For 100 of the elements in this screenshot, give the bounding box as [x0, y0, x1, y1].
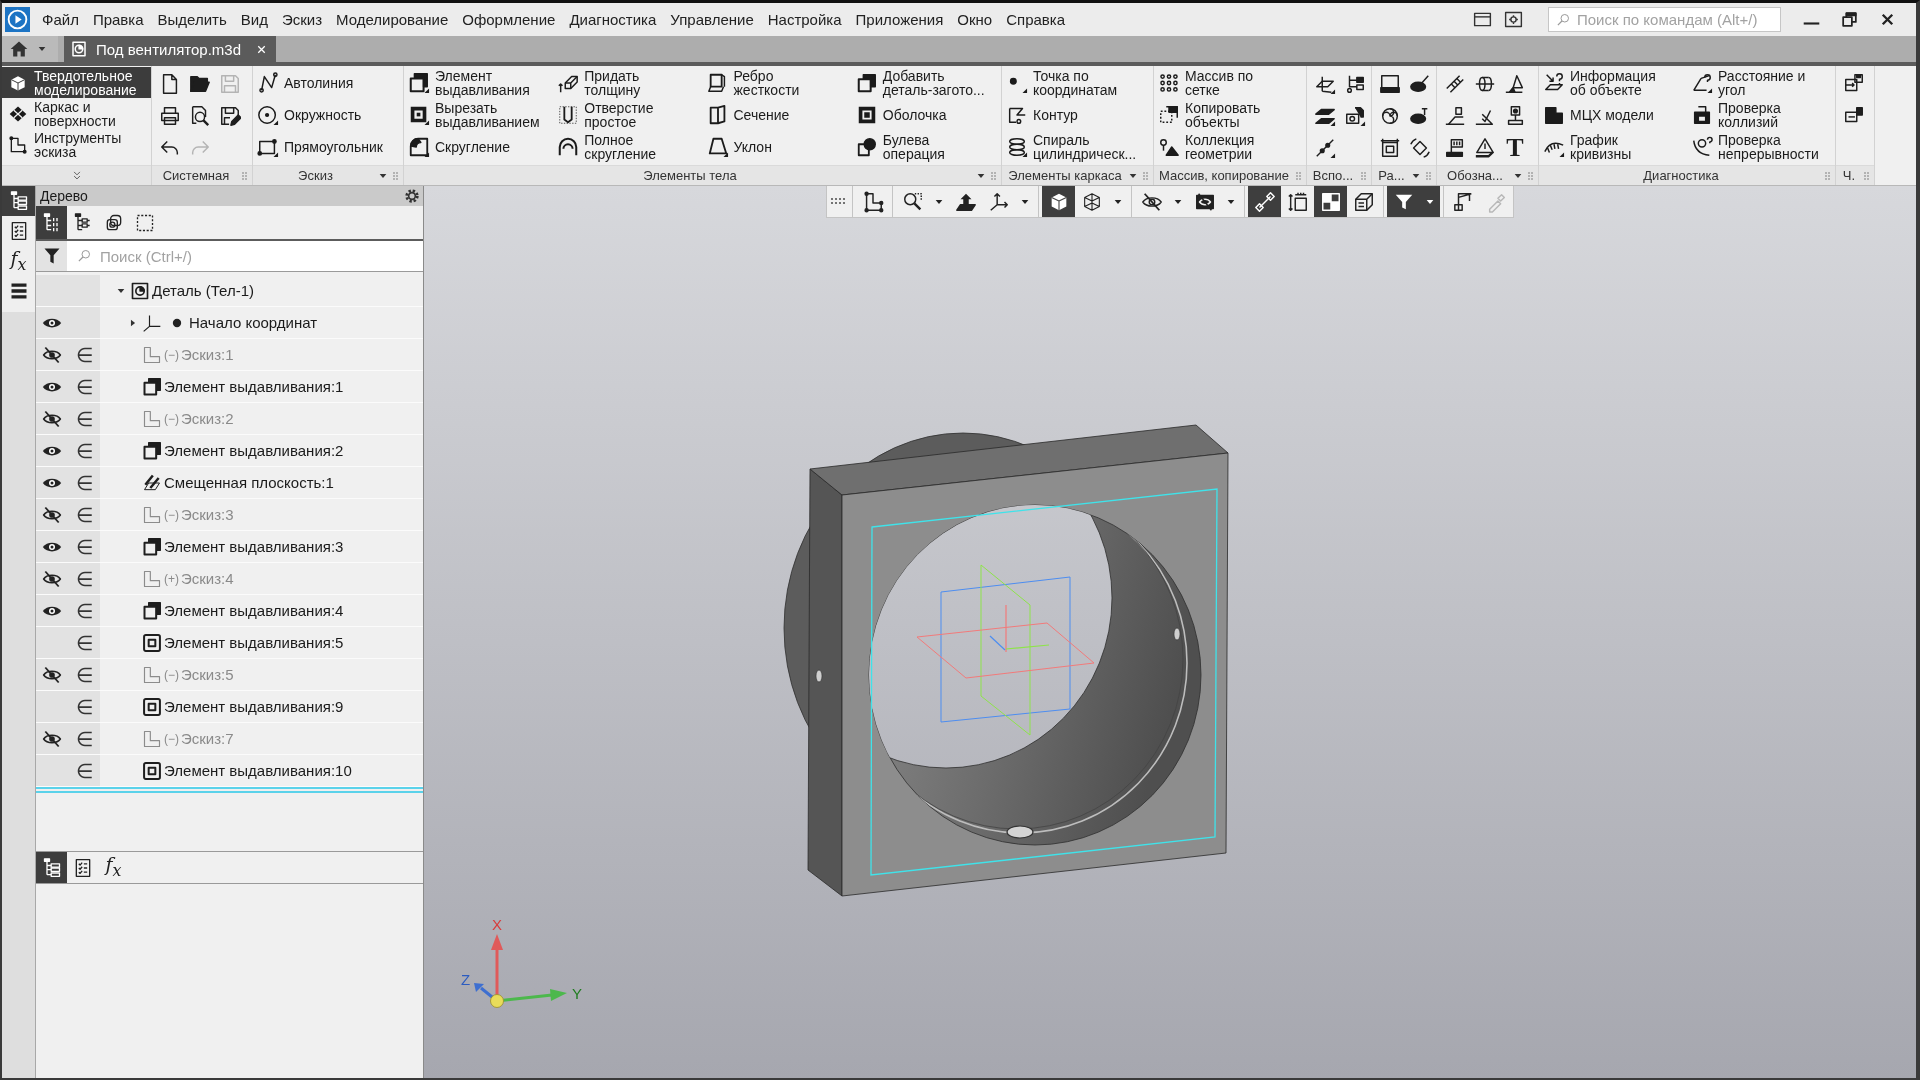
- sketch-icon: [142, 504, 162, 525]
- command-button[interactable]: Скругление: [404, 131, 554, 163]
- command-button[interactable]: Автолиния: [253, 67, 403, 99]
- command-button[interactable]: Полное скругление: [553, 131, 703, 163]
- menu-item[interactable]: Настройка: [760, 11, 849, 28]
- menu-item[interactable]: Моделирование: [329, 11, 456, 28]
- mode-tab[interactable]: Твердотельное моделирование: [2, 67, 151, 98]
- command-button[interactable]: Сечение: [702, 99, 852, 131]
- tree-tab[interactable]: [2, 186, 35, 216]
- menu-item[interactable]: Справка: [999, 11, 1073, 28]
- command-button[interactable]: Контур: [1002, 99, 1153, 131]
- measure-box-icon: [1286, 190, 1309, 213]
- command-button[interactable]: Окружность: [253, 99, 403, 131]
- structure-tree-icon: [72, 212, 93, 233]
- menu-item[interactable]: Эскиз: [274, 11, 329, 28]
- menu-item[interactable]: Файл: [35, 11, 86, 28]
- framed-square-icon: [142, 696, 162, 717]
- command-button[interactable]: Уклон: [702, 131, 852, 163]
- command-button[interactable]: Массив по сетке: [1154, 67, 1306, 99]
- command-button[interactable]: Булева операция: [851, 131, 1001, 163]
- command-button[interactable]: МЦХ модели: [1539, 99, 1687, 131]
- command-button[interactable]: Проверка непрерывности: [1687, 131, 1835, 163]
- menu-item[interactable]: Оформление: [455, 11, 563, 28]
- command-search-field[interactable]: Поиск по командам (Alt+/): [1548, 7, 1781, 32]
- curve-query-icon: [1691, 136, 1713, 158]
- text-tool-button[interactable]: T: [1504, 136, 1526, 160]
- group-label: Массив, копирование: [1157, 168, 1291, 183]
- toolbar-button[interactable]: [1042, 186, 1075, 217]
- tree-item[interactable]: Элемент выдавливания:1: [164, 378, 344, 395]
- part-icon: [130, 280, 150, 301]
- tree-item[interactable]: Элемент выдавливания:9: [164, 698, 344, 715]
- command-button[interactable]: Точка по координатам: [1002, 67, 1153, 99]
- base-mark-icon: [1444, 105, 1466, 127]
- axis-label: X: [492, 916, 502, 933]
- grip-icon: [1424, 169, 1433, 182]
- filter-button[interactable]: [36, 241, 67, 271]
- menu-item[interactable]: Правка: [85, 11, 151, 28]
- tree-item[interactable]: Смещенная плоскость:1: [164, 474, 334, 491]
- circle-icon: [257, 104, 279, 126]
- body-marker: ∈: [75, 344, 93, 365]
- axis-label: Y: [572, 985, 582, 1002]
- tree-item[interactable]: Элемент выдавливания:10: [164, 762, 352, 779]
- tree-item[interactable]: Начало координат: [189, 314, 318, 331]
- menu-item[interactable]: Управление: [663, 11, 761, 28]
- sketch-icon: [142, 408, 162, 429]
- copy-icon: [1158, 104, 1180, 126]
- body-marker: ∈: [75, 376, 93, 397]
- menu-item[interactable]: Приложения: [848, 11, 951, 28]
- toolbar-button[interactable]: [1387, 186, 1420, 217]
- tree-item[interactable]: Элемент выдавливания:3: [164, 538, 344, 555]
- command-button[interactable]: График кривизны: [1539, 131, 1687, 163]
- toolbar-button[interactable]: [1314, 186, 1347, 217]
- command-button[interactable]: Придать толщину: [553, 67, 703, 99]
- mode-tab[interactable]: Инструменты эскиза: [2, 129, 151, 160]
- mode-tab[interactable]: Каркас и поверхности: [2, 98, 151, 129]
- menu-item[interactable]: Выделить: [150, 11, 234, 28]
- polyline-icon: [257, 72, 279, 94]
- sketch-status: (−): [164, 507, 179, 522]
- menu-item[interactable]: Диагностика: [562, 11, 664, 28]
- toolbar-button[interactable]: [1248, 186, 1281, 217]
- command-button[interactable]: Оболочка: [851, 99, 1001, 131]
- offset-squares-icon: [142, 440, 162, 461]
- command-button[interactable]: Информация об объекте: [1539, 67, 1687, 99]
- command-button[interactable]: Проверка коллизий: [1687, 99, 1835, 131]
- command-button[interactable]: Отверстие простое: [553, 99, 703, 131]
- body-marker: ∈: [75, 568, 93, 589]
- command-button[interactable]: Вырезать выдавливанием: [404, 99, 554, 131]
- command-button[interactable]: Добавить деталь-загото...: [851, 67, 1001, 99]
- tree-search-field[interactable]: Поиск (Ctrl+/): [67, 241, 423, 271]
- command-button[interactable]: Спираль цилиндрическ...: [1002, 131, 1153, 163]
- document-tab[interactable]: Под вентилятор.m3d: [64, 36, 276, 62]
- grip-icon: [1141, 169, 1150, 182]
- tree-tab[interactable]: [36, 852, 67, 883]
- box-lens-icon: [1344, 105, 1366, 127]
- command-button[interactable]: Копировать объекты: [1154, 99, 1306, 131]
- command-button[interactable]: Элемент выдавливания: [404, 67, 554, 99]
- sketch-icon: [142, 728, 162, 749]
- tree-item[interactable]: Элемент выдавливания:5: [164, 634, 344, 651]
- sketch-status: (−): [164, 667, 179, 682]
- tree-view-button[interactable]: [36, 206, 67, 239]
- group-label: Элементы тела: [642, 168, 738, 183]
- variables-tab[interactable]: f$_{x}$: [98, 852, 129, 883]
- rotate-diamond-icon: [1409, 137, 1431, 159]
- tree-item[interactable]: Деталь (Тел-1): [152, 282, 255, 299]
- search-icon: [77, 248, 92, 263]
- hidden-eye-icon: [1140, 190, 1163, 213]
- menu-item[interactable]: Окно: [950, 11, 1000, 28]
- command-button[interactable]: Расстояние и угол: [1687, 67, 1835, 99]
- tree-item[interactable]: Элемент выдавливания:4: [164, 602, 344, 619]
- grip-icon: [240, 169, 249, 182]
- body-marker: ∈: [75, 728, 93, 749]
- command-button[interactable]: Прямоугольник: [253, 131, 403, 163]
- sketch-icon: [142, 664, 162, 685]
- framed-square-icon: [142, 632, 162, 653]
- tree-item[interactable]: Элемент выдавливания:2: [164, 442, 344, 459]
- menu-item[interactable]: Вид: [233, 11, 275, 28]
- grip-icon: [1526, 169, 1535, 182]
- command-button[interactable]: Коллекция геометрии: [1154, 131, 1306, 163]
- command-button[interactable]: Ребро жесткости: [702, 67, 852, 99]
- minimize-icon: [1803, 22, 1820, 25]
